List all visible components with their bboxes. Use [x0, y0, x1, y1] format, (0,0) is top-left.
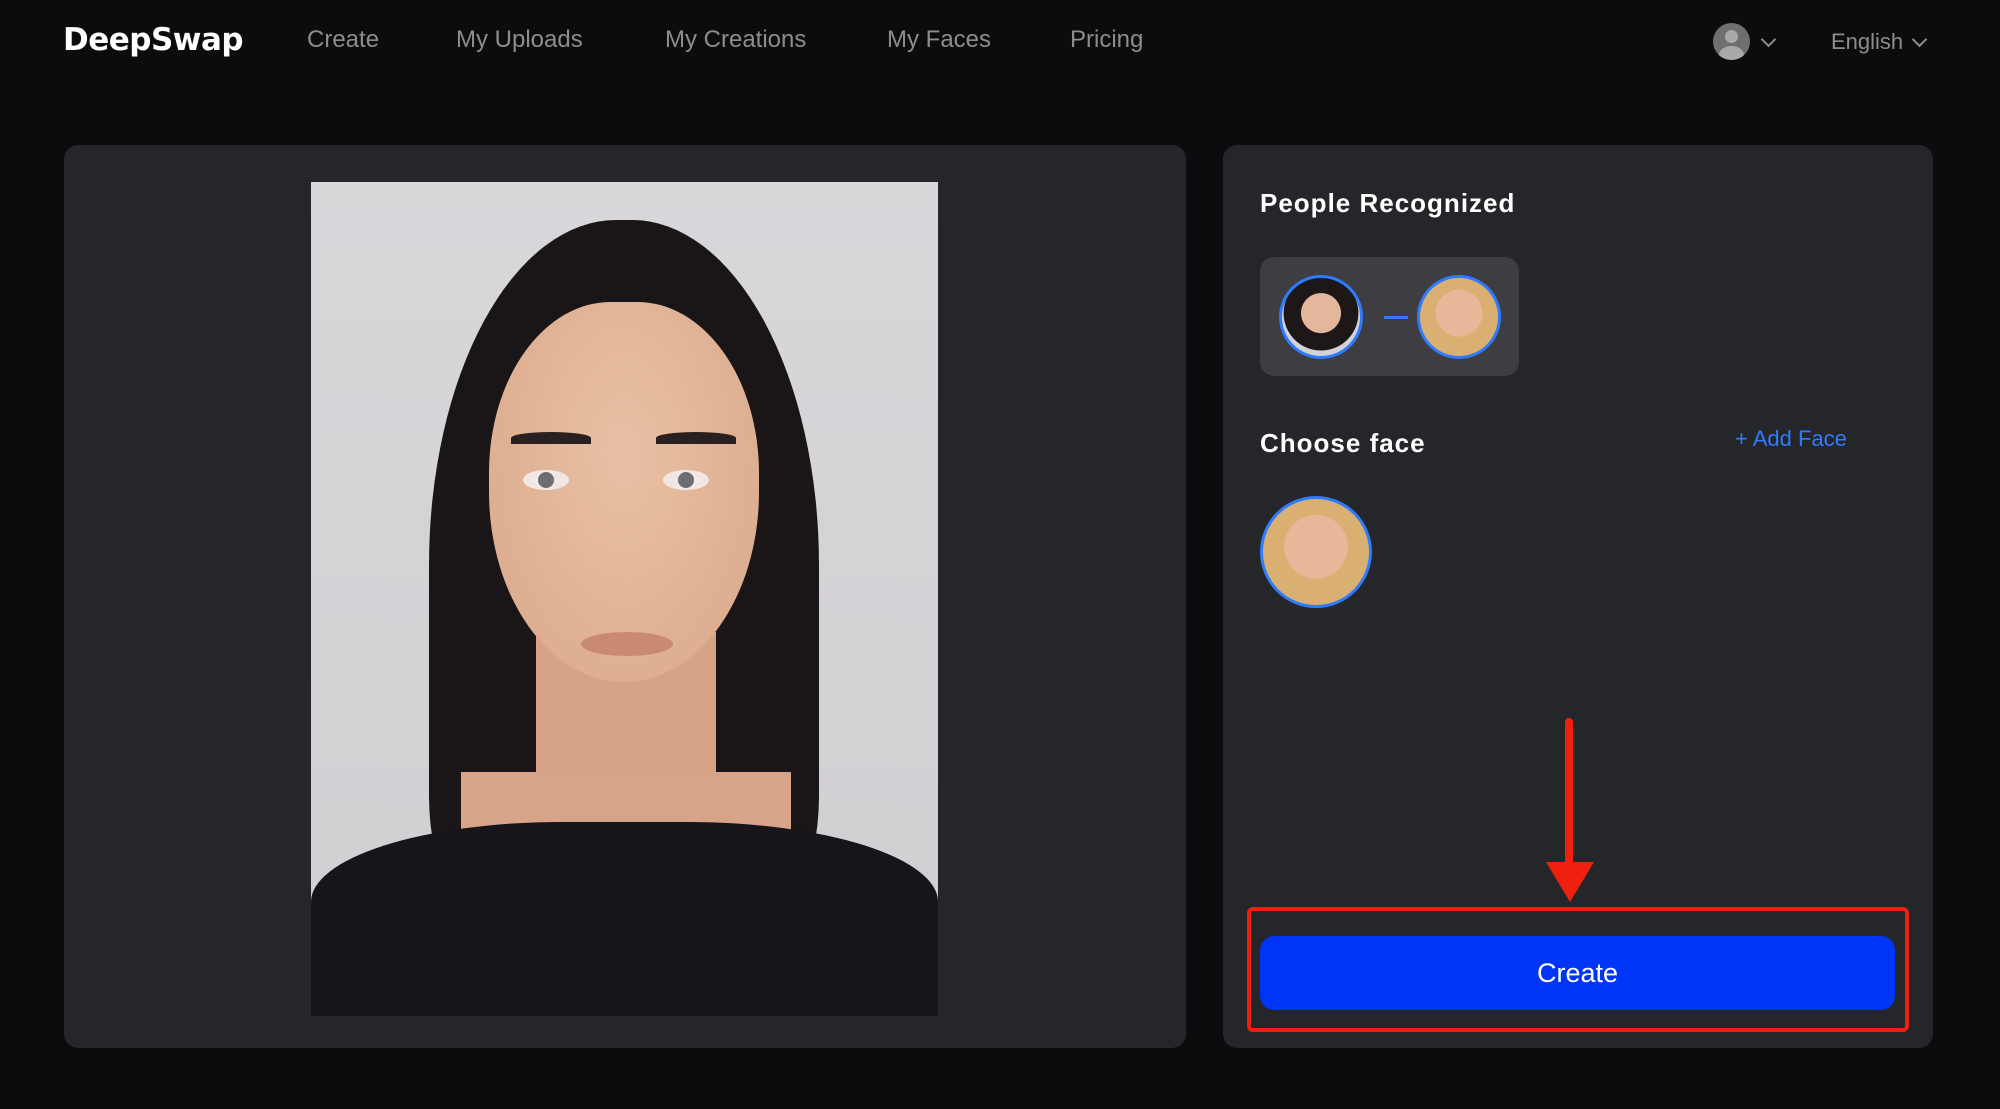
- people-recognized-title: People Recognized: [1260, 188, 1516, 218]
- preview-panel: [64, 145, 1186, 1048]
- add-face-button[interactable]: + Add Face: [1735, 426, 1847, 452]
- uploaded-photo: [311, 182, 938, 1016]
- nav-my-faces[interactable]: My Faces: [887, 26, 991, 54]
- chevron-down-icon[interactable]: [1911, 31, 1928, 48]
- nav-pricing[interactable]: Pricing: [1070, 26, 1143, 54]
- user-icon-body: [1719, 46, 1744, 60]
- photo-brow: [656, 432, 736, 444]
- face-option[interactable]: [1260, 496, 1372, 608]
- chevron-down-icon[interactable]: [1760, 31, 1777, 48]
- user-icon: [1725, 30, 1738, 43]
- swap-link-icon: [1384, 316, 1408, 319]
- nav-my-creations[interactable]: My Creations: [665, 26, 806, 54]
- deepswap-logo[interactable]: DeepSwap: [63, 22, 244, 58]
- annotation-arrow-head-icon: [1546, 862, 1594, 902]
- photo-lips: [581, 632, 673, 656]
- top-navigation-bar: DeepSwap Create My Uploads My Creations …: [0, 0, 2000, 86]
- detected-face-thumbnail[interactable]: [1279, 275, 1363, 359]
- photo-brow: [511, 432, 591, 444]
- photo-eye: [523, 470, 569, 490]
- photo-shirt: [311, 822, 938, 1016]
- language-selector[interactable]: English: [1831, 29, 1903, 55]
- recognized-pair[interactable]: [1260, 257, 1519, 376]
- annotation-highlight-box: [1247, 907, 1909, 1032]
- nav-my-uploads[interactable]: My Uploads: [456, 26, 583, 54]
- nav-create[interactable]: Create: [307, 26, 379, 54]
- choose-face-title: Choose face: [1260, 428, 1426, 458]
- photo-eye: [663, 470, 709, 490]
- annotation-arrow-shaft: [1565, 718, 1573, 878]
- user-avatar[interactable]: [1713, 23, 1750, 60]
- photo-face: [489, 302, 759, 682]
- target-face-thumbnail[interactable]: [1417, 275, 1501, 359]
